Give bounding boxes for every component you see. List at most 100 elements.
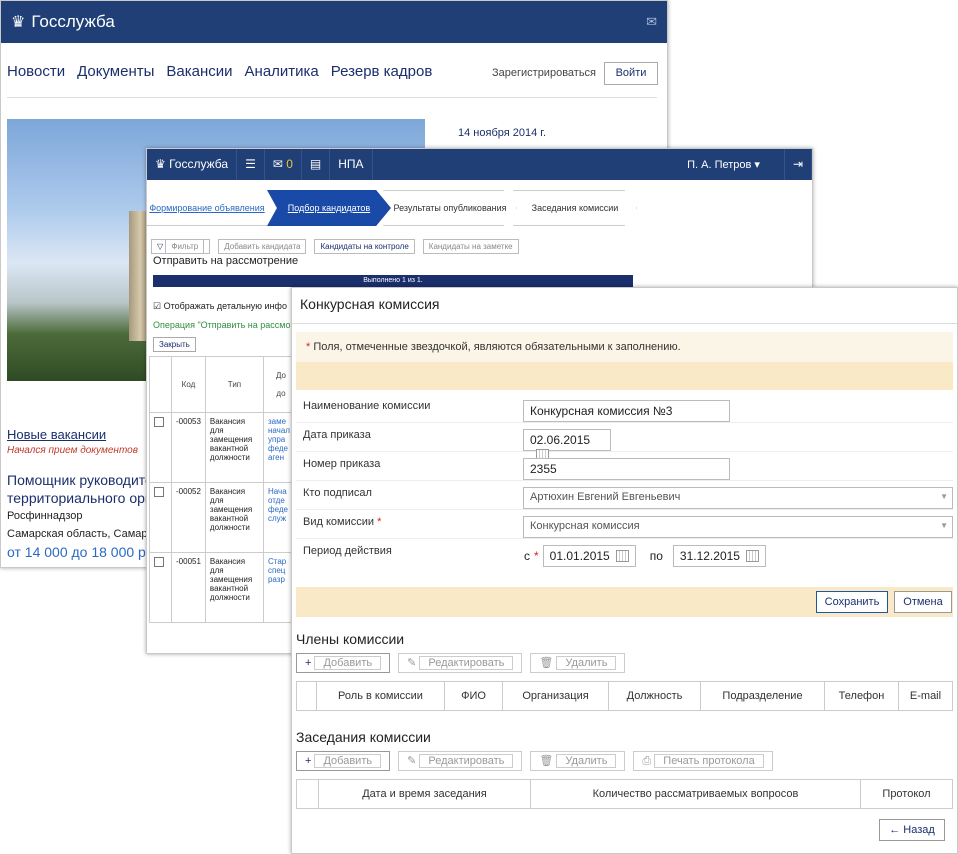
code-cell: -00051 xyxy=(171,552,206,623)
required-note-text: Поля, отмеченные звездочкой, являются об… xyxy=(313,341,681,353)
order-date-value: 02.06.2015 xyxy=(530,433,591,447)
job-title-cont[interactable]: территориального орган xyxy=(7,489,168,507)
print-protocol-button[interactable]: ⎙ Печать протокола xyxy=(633,751,773,771)
col-org[interactable]: Организация xyxy=(503,682,609,710)
news-subtitle: Начался прием документов xyxy=(7,445,138,456)
to-label: по xyxy=(649,549,663,563)
col-department[interactable]: Подразделение xyxy=(701,682,825,710)
meetings-table-header: Дата и время заседания Количество рассма… xyxy=(296,779,953,809)
chevron-down-icon: ▼ xyxy=(940,492,948,501)
row-period: Период действия с * 01.01.2015 по 31.12.… xyxy=(296,539,953,575)
col-fio[interactable]: ФИО xyxy=(445,682,503,710)
row-checkbox[interactable] xyxy=(154,487,164,497)
logout-icon[interactable]: ⇥ xyxy=(783,149,812,180)
cabinet-logo[interactable]: ♛ Госслужба xyxy=(147,149,238,180)
step-3[interactable]: Результаты опубликования xyxy=(383,190,517,226)
job-salary: от 14 000 до 18 000 руб. xyxy=(7,544,165,560)
col-meeting-date[interactable]: Дата и время заседания xyxy=(319,780,531,808)
job-card: Помощник руководителя территориального о… xyxy=(7,471,168,561)
delete-member-button[interactable]: 🗑 Удалить xyxy=(530,653,626,673)
period-from-field[interactable]: 01.01.2015 xyxy=(542,545,636,567)
nav-news[interactable]: Новости xyxy=(7,63,65,80)
npa-link[interactable]: НПА xyxy=(330,149,373,180)
noted-candidates-button[interactable]: Кандидаты на заметке xyxy=(422,239,519,254)
row-check-cell xyxy=(149,482,172,553)
members-table-header: Роль в комиссии ФИО Организация Должност… xyxy=(296,681,953,711)
delete-member-label: Удалить xyxy=(556,656,617,670)
row-checkbox[interactable] xyxy=(154,417,164,427)
step-2[interactable]: Подбор кандидатов xyxy=(267,190,391,226)
menu-icon[interactable]: ☰ xyxy=(237,149,265,180)
save-button[interactable]: Сохранить xyxy=(816,591,888,613)
step-4[interactable]: Заседания комиссии xyxy=(513,190,637,226)
send-title: Отправить на рассмотрение xyxy=(153,255,299,267)
col-role[interactable]: Роль в комиссии xyxy=(317,682,445,710)
form-title: Конкурсная комиссия xyxy=(292,288,957,324)
signer-select[interactable]: Артюхин Евгений Евгеньевич ▼ xyxy=(523,487,953,509)
docs-icon[interactable]: ▤ xyxy=(302,149,331,180)
close-button[interactable]: Закрыть xyxy=(153,337,196,352)
job-org: Росфиннадзор xyxy=(7,510,83,522)
order-number-field[interactable]: 2355 xyxy=(523,458,730,480)
cancel-button[interactable]: Отмена xyxy=(894,591,952,613)
col-position[interactable]: Должность xyxy=(609,682,701,710)
delete-meeting-button[interactable]: 🗑 Удалить xyxy=(530,751,626,771)
col-check xyxy=(149,356,172,413)
add-meeting-button[interactable]: + Добавить xyxy=(296,751,391,771)
edit-meeting-label: Редактировать xyxy=(419,754,514,768)
col-phone[interactable]: Телефон xyxy=(825,682,899,710)
col-doc-label: До xyxy=(276,371,286,380)
user-menu[interactable]: П. А. Петров ▾ xyxy=(687,158,784,171)
table-row[interactable]: -00053 Вакансия для замещения вакантной … xyxy=(149,412,300,483)
row-date: Дата приказа 02.06.2015 xyxy=(296,423,953,461)
nav-documents[interactable]: Документы xyxy=(77,63,154,80)
edit-meeting-button[interactable]: ✎ Редактировать xyxy=(398,751,523,771)
news-title-link[interactable]: Новые вакансии xyxy=(7,427,138,442)
edit-member-label: Редактировать xyxy=(419,656,514,670)
edit-member-button[interactable]: ✎ Редактировать xyxy=(398,653,523,673)
table-row[interactable]: -00051 Вакансия для замещения вакантной … xyxy=(149,552,300,623)
col-select xyxy=(297,682,317,710)
print-protocol-label: Печать протокола xyxy=(654,754,764,768)
type-cell: Вакансия для замещения вакантной должнос… xyxy=(204,412,264,483)
period-to-field[interactable]: 31.12.2015 xyxy=(672,545,766,567)
kind-label-text: Вид комиссии xyxy=(303,516,375,528)
period-fields: с * 01.01.2015 по 31.12.2015 xyxy=(524,545,766,567)
job-title[interactable]: Помощник руководителя xyxy=(7,471,168,489)
note-band xyxy=(296,362,953,390)
type-cell: Вакансия для замещения вакантной должнос… xyxy=(204,552,264,623)
col-email[interactable]: E-mail xyxy=(899,682,952,710)
filter-button[interactable]: ▽ Фильтр xyxy=(151,239,211,254)
back-button[interactable]: ← Назад xyxy=(879,819,945,841)
add-candidate-button[interactable]: Добавить кандидата xyxy=(218,239,307,254)
col-questions[interactable]: Количество рассматриваемых вопросов xyxy=(531,780,861,808)
kind-label: Вид комиссии * xyxy=(303,516,381,528)
controlled-candidates-button[interactable]: Кандидаты на контроле xyxy=(314,239,415,254)
required-star: * xyxy=(534,549,539,563)
emblem-icon: ♛ xyxy=(11,14,26,31)
kind-select[interactable]: Конкурсная комиссия ▼ xyxy=(523,516,953,538)
mail-icon[interactable]: ✉ 0 xyxy=(265,149,302,180)
calendar-icon[interactable] xyxy=(615,550,629,562)
order-date-field[interactable]: 02.06.2015 xyxy=(523,429,611,461)
nav-reserve[interactable]: Резерв кадров xyxy=(331,63,433,80)
name-field[interactable]: Конкурсная комиссия №3 xyxy=(523,400,730,422)
add-member-button[interactable]: + Добавить xyxy=(296,653,391,673)
register-link[interactable]: Зарегистрироваться xyxy=(492,67,596,79)
table-row[interactable]: -00052 Вакансия для замещения вакантной … xyxy=(149,482,300,553)
calendar-icon[interactable] xyxy=(745,550,759,562)
col-protocol[interactable]: Протокол xyxy=(861,780,952,808)
chevron-down-icon: ▼ xyxy=(940,521,948,530)
row-name: Наименование комиссии Конкурсная комисси… xyxy=(296,394,953,423)
login-button[interactable]: Войти xyxy=(604,62,658,85)
nav-vacancies[interactable]: Вакансии xyxy=(166,63,232,80)
mail-icon[interactable]: ✉ xyxy=(646,14,657,30)
portal-logo[interactable]: Госслужба xyxy=(31,12,115,32)
step-1[interactable]: Формирование объявления xyxy=(147,190,267,226)
row-checkbox[interactable] xyxy=(154,557,164,567)
detail-checkbox[interactable]: ☑ Отображать детальную инфо xyxy=(153,301,287,312)
nav-analytics[interactable]: Аналитика xyxy=(245,63,319,80)
cabinet-logo-text: Госслужба xyxy=(169,157,229,171)
delete-meeting-label: Удалить xyxy=(556,754,617,768)
members-toolbar: + Добавить ✎ Редактировать 🗑 Удалить xyxy=(296,653,957,673)
